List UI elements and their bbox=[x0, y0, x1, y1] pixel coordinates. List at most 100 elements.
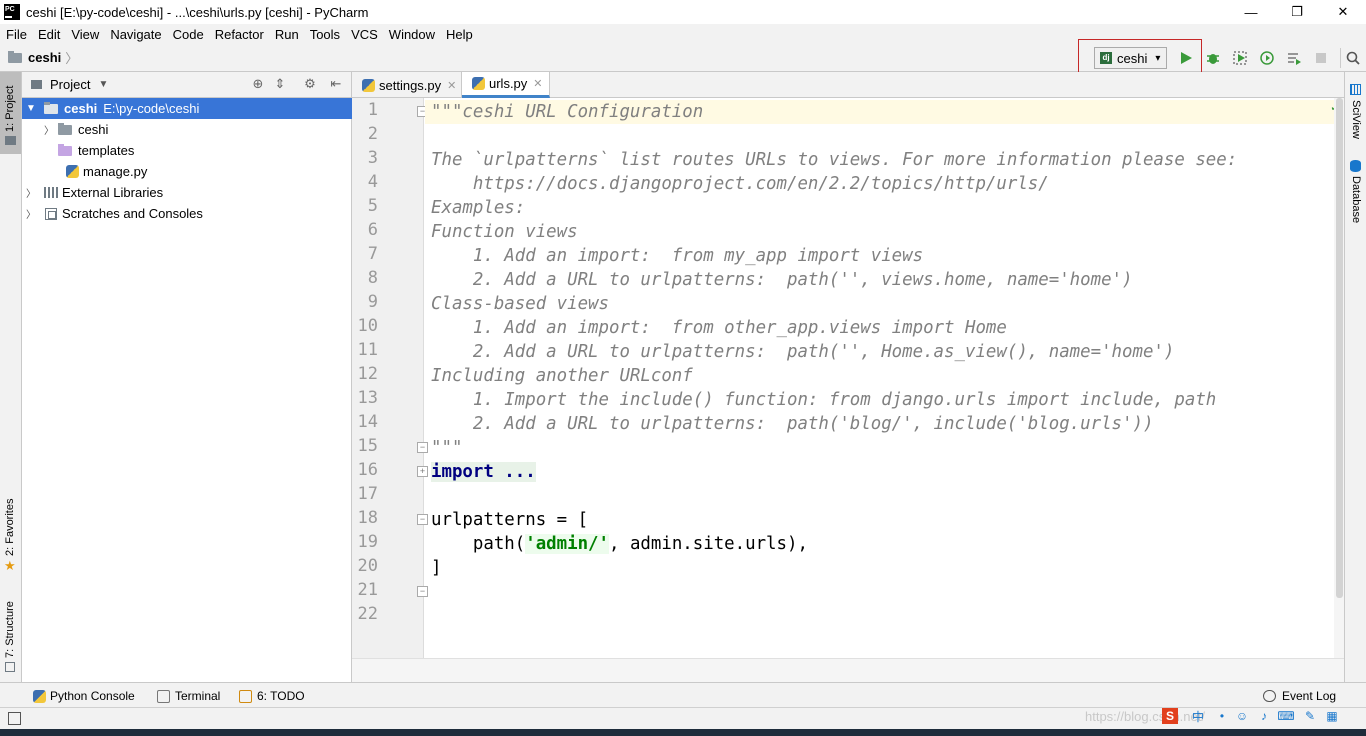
tab-label: settings.py bbox=[379, 77, 442, 93]
close-icon[interactable]: ✕ bbox=[447, 79, 456, 92]
pycharm-window: PC ceshi [E:\py-code\ceshi] - ...\ceshi\… bbox=[0, 0, 1366, 736]
ime-voice-icon[interactable]: ♪ bbox=[1256, 708, 1272, 724]
tree-item-ceshi-package[interactable]: 〉 ceshi bbox=[22, 119, 352, 140]
project-tool-label: 1: Project bbox=[4, 85, 16, 132]
tab-label: urls.py bbox=[489, 76, 528, 91]
todo-button[interactable]: 6: TODO bbox=[239, 689, 305, 703]
tree-item-templates[interactable]: templates bbox=[22, 140, 352, 161]
project-tool-tab[interactable]: 1: Project bbox=[0, 72, 21, 154]
breadcrumb-chevron-icon: 〉 bbox=[65, 51, 79, 66]
line-number: 5 bbox=[367, 196, 378, 216]
project-tool-icon bbox=[5, 136, 16, 145]
search-icon[interactable] bbox=[1344, 49, 1362, 67]
menu-vcs[interactable]: VCS bbox=[345, 27, 383, 42]
chevron-right-icon[interactable]: 〉 bbox=[26, 185, 36, 200]
line-number: 12 bbox=[357, 364, 378, 384]
menu-code[interactable]: Code bbox=[167, 27, 209, 42]
chevron-down-icon[interactable]: ▼ bbox=[98, 79, 108, 90]
close-button[interactable]: ✕ bbox=[1320, 0, 1366, 24]
line-number: 8 bbox=[367, 268, 378, 288]
gear-icon[interactable]: ⚙ bbox=[302, 76, 318, 92]
horizontal-scrollbar[interactable] bbox=[352, 658, 1344, 682]
ime-punct-icon[interactable]: • bbox=[1214, 708, 1230, 724]
line-number: 18 bbox=[357, 508, 378, 528]
code-line: ] bbox=[431, 558, 442, 578]
ime-lang-icon[interactable]: 中 bbox=[1190, 708, 1206, 724]
tab-urls-py[interactable]: urls.py ✕ bbox=[462, 72, 550, 98]
database-tool-tab[interactable]: Database bbox=[1345, 158, 1366, 228]
folded-import[interactable]: import ... bbox=[431, 462, 536, 482]
tree-item-label: Scratches and Consoles bbox=[62, 206, 203, 221]
event-log-label: Event Log bbox=[1282, 689, 1337, 703]
folder-icon bbox=[58, 122, 72, 135]
chevron-down-icon: ▾ bbox=[1155, 52, 1161, 64]
menu-view[interactable]: View bbox=[65, 27, 104, 42]
title-bar: PC ceshi [E:\py-code\ceshi] - ...\ceshi\… bbox=[0, 0, 1366, 24]
menu-refactor[interactable]: Refactor bbox=[209, 27, 269, 42]
concurrency-icon[interactable] bbox=[1285, 49, 1303, 67]
python-console-button[interactable]: Python Console bbox=[33, 689, 135, 703]
code-line: https://docs.djangoproject.com/en/2.2/to… bbox=[431, 174, 1049, 194]
locate-icon[interactable]: ⊕ bbox=[250, 76, 266, 92]
line-number: 15 bbox=[357, 436, 378, 456]
line-number: 16 bbox=[357, 460, 378, 480]
sciview-tool-tab[interactable]: SciView bbox=[1345, 80, 1366, 144]
ime-keyboard-icon[interactable]: ⌨ bbox=[1277, 708, 1294, 724]
tree-item-manage-py[interactable]: manage.py bbox=[22, 161, 352, 182]
chevron-down-icon[interactable]: ▼ bbox=[26, 103, 36, 114]
coverage-icon[interactable] bbox=[1231, 49, 1249, 67]
line-number: 21 bbox=[357, 580, 378, 600]
minimize-button[interactable]: — bbox=[1228, 0, 1274, 24]
database-label: Database bbox=[1350, 176, 1362, 224]
toggle-tool-windows-icon[interactable] bbox=[8, 712, 21, 725]
structure-tool-tab[interactable]: 7: Structure bbox=[0, 590, 21, 680]
profile-icon[interactable] bbox=[1258, 49, 1276, 67]
menu-help[interactable]: Help bbox=[440, 27, 478, 42]
ime-tools-icon[interactable]: ▦ bbox=[1324, 708, 1340, 724]
editor-tabs: settings.py ✕ urls.py ✕ bbox=[352, 72, 1344, 98]
pycharm-logo-icon: PC bbox=[4, 4, 20, 20]
event-log-button[interactable]: Event Log bbox=[1263, 689, 1336, 703]
code-line: 1. Add an import: from other_app.views i… bbox=[431, 318, 1007, 338]
menu-navigate[interactable]: Navigate bbox=[104, 27, 166, 42]
menu-file[interactable]: File bbox=[0, 27, 32, 42]
code-line: Class-based views bbox=[431, 294, 609, 314]
chevron-right-icon[interactable]: 〉 bbox=[26, 206, 36, 221]
tree-item-external-libraries[interactable]: 〉 External Libraries bbox=[22, 182, 352, 203]
code-line: The `urlpatterns` list routes URLs to vi… bbox=[431, 150, 1238, 170]
tree-item-root[interactable]: ▼ ceshi E:\py-code\ceshi bbox=[22, 98, 352, 119]
scrollbar-thumb[interactable] bbox=[1336, 98, 1343, 598]
tree-item-scratches[interactable]: 〉 Scratches and Consoles bbox=[22, 203, 352, 224]
run-icon[interactable] bbox=[1177, 49, 1195, 67]
favorites-tool-tab[interactable]: 2: Favorites ★ bbox=[0, 492, 21, 578]
code-line: import ... bbox=[431, 460, 536, 484]
tab-settings-py[interactable]: settings.py ✕ bbox=[352, 72, 462, 98]
ime-skin-icon[interactable]: ✎ bbox=[1302, 708, 1318, 724]
menu-edit[interactable]: Edit bbox=[32, 27, 65, 42]
stop-icon[interactable] bbox=[1312, 49, 1330, 67]
terminal-button[interactable]: Terminal bbox=[157, 689, 220, 703]
todo-label: 6: TODO bbox=[257, 689, 305, 703]
project-panel-title[interactable]: Project bbox=[50, 77, 90, 92]
collapse-all-icon[interactable]: ⇕ bbox=[272, 76, 288, 92]
terminal-icon bbox=[157, 689, 170, 703]
debug-icon[interactable] bbox=[1204, 49, 1222, 67]
close-icon[interactable]: ✕ bbox=[533, 77, 542, 90]
code-area[interactable]: """ceshi URL Configuration The `urlpatte… bbox=[425, 98, 1334, 658]
line-number: 2 bbox=[367, 124, 378, 144]
menu-tools[interactable]: Tools bbox=[304, 27, 345, 42]
ime-emoji-icon[interactable]: ☺ bbox=[1234, 708, 1250, 724]
menu-window[interactable]: Window bbox=[383, 27, 440, 42]
os-taskbar bbox=[0, 729, 1366, 736]
folder-icon bbox=[44, 101, 58, 114]
hide-panel-icon[interactable]: ⇤ bbox=[328, 76, 344, 92]
python-file-icon bbox=[362, 78, 375, 92]
vertical-scrollbar[interactable] bbox=[1334, 98, 1344, 658]
tree-item-label: ceshi bbox=[78, 122, 109, 137]
maximize-button[interactable]: ❐ bbox=[1274, 0, 1320, 24]
chevron-right-icon[interactable]: 〉 bbox=[44, 122, 54, 137]
breadcrumb-project[interactable]: ceshi bbox=[28, 50, 61, 65]
line-number: 20 bbox=[357, 556, 378, 576]
menu-run[interactable]: Run bbox=[269, 27, 304, 42]
run-config-select[interactable]: dj ceshi ▾ bbox=[1094, 47, 1167, 69]
